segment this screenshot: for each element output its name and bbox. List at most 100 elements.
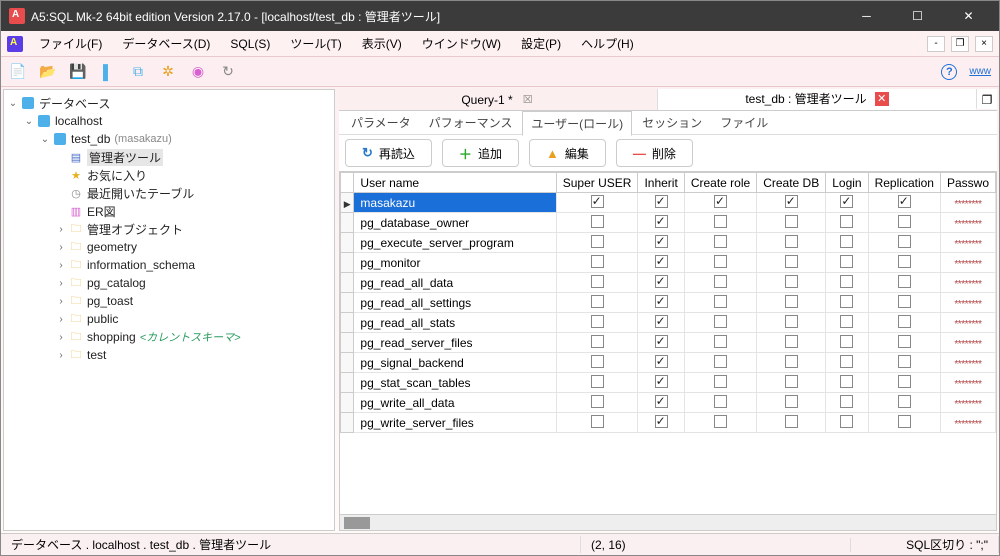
- checkbox-icon[interactable]: [591, 375, 604, 388]
- cell-password[interactable]: ********: [940, 373, 995, 393]
- tree-schema-public[interactable]: ›🗀public: [4, 310, 334, 328]
- cell-checkbox[interactable]: [826, 333, 868, 353]
- cell-checkbox[interactable]: [757, 413, 826, 433]
- cell-checkbox[interactable]: [638, 273, 684, 293]
- grid-column-header[interactable]: User name: [354, 173, 556, 193]
- checkbox-icon[interactable]: [840, 335, 853, 348]
- checkbox-icon[interactable]: [714, 215, 727, 228]
- cell-username[interactable]: pg_read_server_files: [354, 333, 556, 353]
- menu-file[interactable]: ファイル(F): [31, 32, 110, 55]
- cell-checkbox[interactable]: [826, 233, 868, 253]
- cell-checkbox[interactable]: [638, 253, 684, 273]
- checkbox-icon[interactable]: [655, 355, 668, 368]
- cell-username[interactable]: pg_stat_scan_tables: [354, 373, 556, 393]
- menu-settings[interactable]: 設定(P): [513, 32, 569, 55]
- checkbox-icon[interactable]: [898, 335, 911, 348]
- cell-username[interactable]: pg_read_all_settings: [354, 293, 556, 313]
- databases-icon[interactable]: ⧉: [129, 63, 147, 81]
- tree-schema-shopping[interactable]: ›🗀shopping<カレントスキーマ>: [4, 328, 334, 346]
- cell-checkbox[interactable]: [757, 253, 826, 273]
- cell-checkbox[interactable]: [556, 273, 638, 293]
- cell-checkbox[interactable]: [684, 373, 756, 393]
- tree-db[interactable]: ⌄ test_db (masakazu): [4, 130, 334, 148]
- cell-checkbox[interactable]: [684, 253, 756, 273]
- cell-password[interactable]: ********: [940, 193, 995, 213]
- cell-checkbox[interactable]: [638, 313, 684, 333]
- checkbox-icon[interactable]: [714, 295, 727, 308]
- cell-checkbox[interactable]: [757, 273, 826, 293]
- checkbox-icon[interactable]: [714, 195, 727, 208]
- checkbox-icon[interactable]: [591, 195, 604, 208]
- tree-favorites[interactable]: ★ お気に入り: [4, 166, 334, 184]
- cell-checkbox[interactable]: [638, 353, 684, 373]
- checkbox-icon[interactable]: [785, 195, 798, 208]
- cell-username[interactable]: pg_read_all_stats: [354, 313, 556, 333]
- cell-checkbox[interactable]: [757, 353, 826, 373]
- checkbox-icon[interactable]: [714, 315, 727, 328]
- cell-checkbox[interactable]: [638, 413, 684, 433]
- save-icon[interactable]: 💾: [69, 63, 87, 81]
- checkbox-icon[interactable]: [655, 375, 668, 388]
- cell-checkbox[interactable]: [684, 353, 756, 373]
- menu-view[interactable]: 表示(V): [354, 32, 410, 55]
- cell-checkbox[interactable]: [556, 193, 638, 213]
- checkbox-icon[interactable]: [840, 215, 853, 228]
- subtab-session[interactable]: セッション: [634, 111, 710, 134]
- menu-window[interactable]: ウインドウ(W): [414, 32, 509, 55]
- cell-checkbox[interactable]: [556, 213, 638, 233]
- checkbox-icon[interactable]: [591, 235, 604, 248]
- menu-sql[interactable]: SQL(S): [222, 34, 278, 54]
- tab-query-close-icon[interactable]: ☒: [521, 93, 535, 107]
- checkbox-icon[interactable]: [898, 195, 911, 208]
- cell-checkbox[interactable]: [868, 393, 940, 413]
- cell-checkbox[interactable]: [868, 313, 940, 333]
- grid-column-header[interactable]: Login: [826, 173, 868, 193]
- cell-checkbox[interactable]: [868, 413, 940, 433]
- checkbox-icon[interactable]: [655, 275, 668, 288]
- tab-query[interactable]: Query-1 * ☒: [339, 89, 658, 110]
- help-icon[interactable]: ?: [941, 64, 957, 80]
- table-row[interactable]: pg_database_owner ********: [341, 213, 996, 233]
- checkbox-icon[interactable]: [840, 295, 853, 308]
- cell-checkbox[interactable]: [638, 333, 684, 353]
- checkbox-icon[interactable]: [655, 255, 668, 268]
- table-row[interactable]: pg_stat_scan_tables ********: [341, 373, 996, 393]
- cell-checkbox[interactable]: [868, 293, 940, 313]
- tree-host[interactable]: ⌄ localhost: [4, 112, 334, 130]
- subtab-perf[interactable]: パフォーマンス: [421, 111, 521, 134]
- table-row[interactable]: pg_signal_backend********: [341, 353, 996, 373]
- checkbox-icon[interactable]: [591, 395, 604, 408]
- checkbox-icon[interactable]: [655, 295, 668, 308]
- cell-password[interactable]: ********: [940, 213, 995, 233]
- checkbox-icon[interactable]: [898, 295, 911, 308]
- cell-checkbox[interactable]: [868, 353, 940, 373]
- cell-checkbox[interactable]: [826, 313, 868, 333]
- cell-checkbox[interactable]: [826, 193, 868, 213]
- tree-schema-pg_catalog[interactable]: ›🗀pg_catalog: [4, 274, 334, 292]
- checkbox-icon[interactable]: [785, 255, 798, 268]
- mdi-restore-button[interactable]: ❐: [951, 36, 969, 52]
- open-icon[interactable]: 📂: [39, 63, 57, 81]
- cell-checkbox[interactable]: [757, 373, 826, 393]
- www-link[interactable]: www: [969, 66, 991, 77]
- cell-checkbox[interactable]: [638, 373, 684, 393]
- checkbox-icon[interactable]: [898, 235, 911, 248]
- checkbox-icon[interactable]: [785, 395, 798, 408]
- checkbox-icon[interactable]: [840, 355, 853, 368]
- cell-username[interactable]: pg_write_all_data: [354, 393, 556, 413]
- close-button[interactable]: ✕: [946, 1, 991, 31]
- cell-username[interactable]: pg_database_owner: [354, 213, 556, 233]
- cell-checkbox[interactable]: [684, 233, 756, 253]
- cell-checkbox[interactable]: [638, 213, 684, 233]
- cell-password[interactable]: ********: [940, 293, 995, 313]
- checkbox-icon[interactable]: [714, 275, 727, 288]
- add-button[interactable]: ＋追加: [442, 139, 519, 167]
- checkbox-icon[interactable]: [840, 395, 853, 408]
- checkbox-icon[interactable]: [785, 295, 798, 308]
- cell-checkbox[interactable]: [757, 293, 826, 313]
- cell-checkbox[interactable]: [826, 393, 868, 413]
- tree-schema-test[interactable]: ›🗀test: [4, 346, 334, 364]
- table-row[interactable]: pg_write_all_data********: [341, 393, 996, 413]
- checkbox-icon[interactable]: [714, 255, 727, 268]
- table-row[interactable]: masakazu********: [341, 193, 996, 213]
